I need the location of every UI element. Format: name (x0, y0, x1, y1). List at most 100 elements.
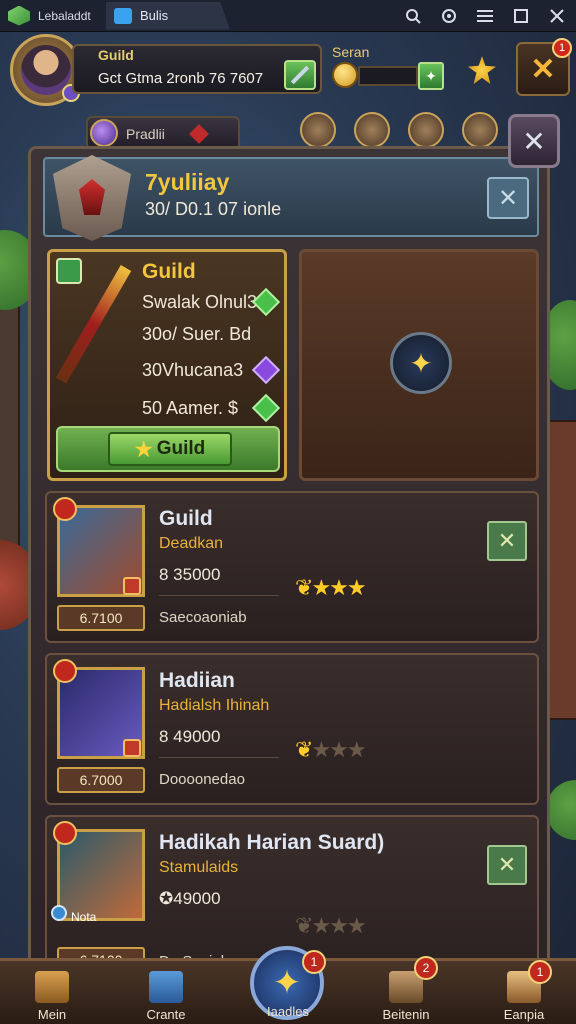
card-power: 8 35000 (159, 565, 221, 584)
resource-label: Pradlii (126, 126, 165, 142)
app-logo-icon (8, 5, 30, 26)
nav-label: Crante (146, 1007, 186, 1022)
star-icon: ★ (346, 575, 367, 600)
quick-icon-2[interactable] (354, 112, 390, 148)
star-icon: ★ (134, 438, 153, 461)
dialog-subtitle: 30/ D0.1 07 ionle (145, 199, 282, 219)
guild-label: Guild (98, 47, 134, 63)
card-description: Saecoaoniab (159, 609, 247, 626)
card-name: Guild (159, 507, 213, 530)
class-badge-icon (123, 577, 141, 595)
top-hud: Guild Gct Gtma 2ronb 76 7607 Seran ✦ ✕ 1 (6, 34, 572, 106)
guild-panel: Guild Gct Gtma 2ronb 76 7607 (72, 44, 322, 94)
tab-label: Bulis (140, 8, 169, 23)
featured-stat-2: 30o/ Suer. Bd (142, 324, 252, 344)
game-tab-icon (114, 7, 132, 24)
tab-game[interactable]: Bulis (106, 1, 230, 30)
card-subtitle: Hadialsh Ihinah (159, 697, 270, 714)
card-close-button[interactable]: ✕ (487, 845, 527, 885)
sparkle-orb-icon: ✦ (390, 332, 452, 394)
star-empty-icon: ★ (329, 913, 349, 938)
rank-badge-icon (53, 821, 77, 845)
dialog-close-button[interactable]: ✕ (508, 114, 560, 168)
guild-button[interactable]: ★ Guild (108, 432, 232, 466)
resource-bar: Pradlii (86, 116, 240, 150)
empty-slot[interactable]: ✦ (299, 249, 539, 481)
nav-badge: 2 (414, 956, 438, 980)
server-bar (358, 66, 418, 86)
server-panel: Seran ✦ (330, 44, 444, 94)
nav-battle[interactable]: Beitenin (366, 971, 446, 1022)
quick-icons (300, 112, 498, 148)
sword-button[interactable] (284, 60, 316, 90)
guild-crest-icon (53, 155, 131, 241)
close-window-icon[interactable] (546, 5, 568, 27)
house-icon (35, 971, 69, 1003)
element-gems: Nota (51, 905, 141, 924)
rank-badge-icon (53, 659, 77, 683)
nav-label: Mein (37, 1007, 67, 1022)
green-gem-icon (251, 393, 281, 423)
guild-button-label: Guild (156, 438, 206, 459)
guild-dialog: 7yuliiay 30/ D0.1 07 ionle ✕ Guild Swala… (28, 146, 550, 976)
star-icon: ★ (311, 575, 331, 600)
nav-label: Beitenin (382, 1007, 430, 1022)
dialog-title: 7yuliiay (145, 169, 230, 195)
dialog-header: 7yuliiay 30/ D0.1 07 ionle ✕ (43, 155, 539, 241)
guild-card[interactable]: 6.7100 Guild Deadkan 8 35000 Saecoaoniab… (45, 491, 539, 643)
nav-empire[interactable]: Eanpia (484, 971, 564, 1022)
notification-badge: 1 (552, 38, 572, 58)
star-rating: ❦★★★ (295, 737, 367, 763)
ranking-icon[interactable] (468, 56, 496, 84)
hero-emblem-icon: ✦ (272, 964, 302, 1002)
header-close-button[interactable]: ✕ (487, 177, 529, 219)
add-currency-button[interactable]: ✦ (418, 62, 444, 90)
card-subtitle: Stamulaids (159, 859, 239, 876)
featured-name: Guild (142, 260, 196, 283)
card-power: 8 49000 (159, 727, 221, 746)
star-empty-icon: ★ (346, 737, 367, 762)
card-close-button[interactable]: ✕ (487, 521, 527, 561)
gem-icon (90, 119, 118, 147)
featured-item-panel: Guild Swalak Olnul3 30o/ Suer. Bd 30Vhuc… (47, 249, 287, 481)
gamepad-icon[interactable] (438, 5, 460, 27)
laurel-icon: ❦ (295, 913, 313, 938)
coin-icon (332, 62, 358, 88)
featured-stat-3: 30Vhucana3 (142, 360, 244, 380)
divider (159, 757, 279, 758)
price-box: 6.7100 (57, 605, 145, 631)
menu-icon[interactable] (474, 5, 496, 27)
maximize-icon[interactable] (510, 5, 532, 27)
purple-gem-icon (251, 355, 281, 385)
nav-create[interactable]: Crante (126, 971, 206, 1022)
divider (159, 595, 279, 596)
quick-icon-1[interactable] (300, 112, 336, 148)
nav-heroes-label: Iaadles (267, 1004, 309, 1019)
gem-label: Nota (71, 910, 97, 924)
price-box: 6.7000 (57, 767, 145, 793)
search-icon[interactable] (402, 5, 424, 27)
server-label: Seran (332, 44, 370, 60)
card-description: Doooonedao (159, 771, 245, 788)
nav-badge: 1 (528, 960, 552, 984)
ruby-icon (189, 124, 209, 144)
blue-gem-icon (51, 905, 67, 921)
quick-icon-4[interactable] (462, 112, 498, 148)
star-rating: ❦★★★ (295, 575, 367, 601)
nav-badge: 1 (302, 950, 326, 974)
card-name: Hadiian (159, 669, 235, 692)
star-empty-icon: ★ (329, 737, 349, 762)
laurel-icon: ❦ (295, 737, 313, 762)
card-power: ✪49000 (159, 889, 221, 908)
app-name: Lebaladdt (38, 8, 91, 23)
card-name: Hadikah Harian Suard) (159, 831, 385, 854)
shield-icon (149, 971, 183, 1003)
laurel-icon: ❦ (295, 575, 313, 600)
card-subtitle: Deadkan (159, 535, 224, 552)
emulator-titlebar: Lebaladdt Bulis (0, 0, 576, 32)
star-empty-icon: ★ (311, 913, 331, 938)
guild-card[interactable]: 6.7000 Hadiian Hadialsh Ihinah 8 49000 D… (45, 653, 539, 805)
quick-icon-3[interactable] (408, 112, 444, 148)
featured-stat-1: Swalak Olnul3 (142, 292, 258, 312)
nav-main[interactable]: Mein (12, 971, 92, 1022)
